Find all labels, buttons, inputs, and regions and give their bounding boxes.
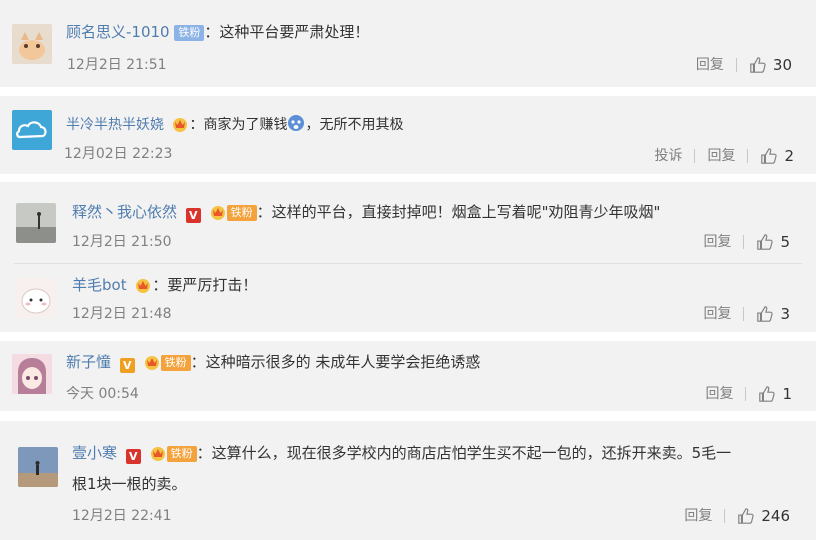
separator [747, 149, 749, 163]
separator [735, 58, 737, 72]
timestamp: 今天 00:54 [66, 386, 139, 402]
comment-actions: 回复 3 [703, 304, 790, 324]
comment-text: ：商家为了赚钱 [189, 117, 288, 133]
like-count: 3 [780, 305, 790, 323]
separator [745, 387, 747, 401]
like-count: 246 [761, 507, 790, 525]
avatar[interactable] [16, 203, 56, 243]
reply-button[interactable]: 回复 [696, 55, 724, 75]
thumbs-up-icon[interactable] [758, 385, 776, 403]
fan-badge: 铁粉 [160, 355, 191, 371]
comment-line: 羊毛bot ：要严厉打击！ [72, 275, 257, 295]
like-count: 1 [782, 385, 792, 403]
verified-badge: V [185, 208, 201, 223]
thumbs-up-icon[interactable] [756, 233, 774, 251]
thumbs-up-icon[interactable] [737, 507, 755, 525]
username-link[interactable]: 半冷半热半妖娆 [66, 117, 164, 133]
like-count: 30 [772, 56, 792, 74]
crown-icon [144, 356, 159, 370]
timestamp: 12月2日 21:50 [72, 234, 172, 250]
avatar[interactable] [18, 447, 58, 487]
comment-text: ：要严厉打击！ [152, 276, 258, 294]
comment-line: 半冷半热半妖娆 ：商家为了赚钱 ，无所不用其极 [66, 114, 403, 135]
comment-text: ：这样的平台，直接封掉吧！烟盒上写着呢"劝阻青少年吸烟" [256, 203, 661, 221]
comment-line: 新子憧 V 铁粉 ：这种暗示很多的 未成年人要学会拒绝诱惑 [66, 352, 480, 373]
reply-button[interactable]: 回复 [684, 506, 712, 526]
fan-badge: 铁粉 [226, 205, 257, 221]
separator [694, 149, 696, 163]
verified-badge: V [119, 358, 135, 373]
username-link[interactable]: 顾名思义-1010 [66, 23, 170, 41]
avatar[interactable] [12, 110, 52, 150]
crown-icon [150, 447, 165, 461]
username-link[interactable]: 羊毛bot [72, 276, 127, 294]
avatar[interactable] [12, 354, 52, 394]
comment-text-end: ，无所不用其极 [305, 117, 404, 133]
username-link[interactable]: 新子憧 [66, 353, 111, 371]
thumbs-up-icon[interactable] [756, 305, 774, 323]
avatar[interactable] [12, 24, 52, 64]
comment-text: ：这算什么，现在很多学校内的商店店怕学生买不起一包的，还拆开来卖。5毛一 [196, 444, 732, 462]
comment-actions: 回复 246 [684, 506, 790, 526]
timestamp: 12月2日 21:48 [72, 306, 172, 322]
fan-badge: 铁粉 [166, 446, 197, 462]
like-count: 2 [784, 147, 794, 165]
timestamp: 12月2日 21:51 [67, 57, 167, 73]
report-button[interactable]: 投诉 [654, 146, 682, 166]
separator [724, 509, 726, 523]
reply-button[interactable]: 回复 [703, 304, 731, 324]
separator [743, 235, 745, 249]
crown-icon [210, 206, 225, 220]
comment-actions: 回复 1 [705, 384, 792, 404]
fan-badge: 铁粉 [174, 25, 205, 41]
comment-line: 顾名思义-1010 铁粉 ：这种平台要严肃处理！ [66, 22, 369, 42]
reply-button[interactable]: 回复 [707, 146, 735, 166]
like-count: 5 [780, 233, 790, 251]
comment-actions: 投诉 回复 2 [654, 146, 794, 166]
scared-emoji-icon [288, 115, 305, 131]
comment-line: 壹小寒 V 铁粉 ：这算什么，现在很多学校内的商店店怕学生买不起一包的，还拆开来卖… [72, 443, 731, 464]
comment-text: ：这种平台要严肃处理！ [204, 23, 370, 41]
comment-text-continued: 根1块一根的卖。 [72, 475, 187, 493]
crown-icon [173, 118, 188, 132]
avatar[interactable] [16, 278, 56, 318]
username-link[interactable]: 释然丶我心依然 [72, 203, 177, 221]
thumbs-up-icon[interactable] [760, 147, 778, 165]
thumbs-up-icon[interactable] [749, 56, 767, 74]
comment-actions: 回复 30 [696, 55, 792, 75]
username-link[interactable]: 壹小寒 [72, 444, 117, 462]
reply-button[interactable]: 回复 [703, 232, 731, 252]
crown-icon [136, 279, 151, 293]
divider [14, 263, 802, 264]
reply-button[interactable]: 回复 [705, 384, 733, 404]
timestamp: 12月2日 22:41 [72, 508, 172, 524]
verified-badge: V [125, 449, 141, 464]
comment-text: ：这种暗示很多的 未成年人要学会拒绝诱惑 [190, 353, 481, 371]
timestamp: 12月02日 22:23 [64, 146, 173, 162]
comment-line: 释然丶我心依然 V 铁粉 ：这样的平台，直接封掉吧！烟盒上写着呢"劝阻青少年吸烟" [72, 202, 660, 223]
separator [743, 307, 745, 321]
comment-actions: 回复 5 [703, 232, 790, 252]
